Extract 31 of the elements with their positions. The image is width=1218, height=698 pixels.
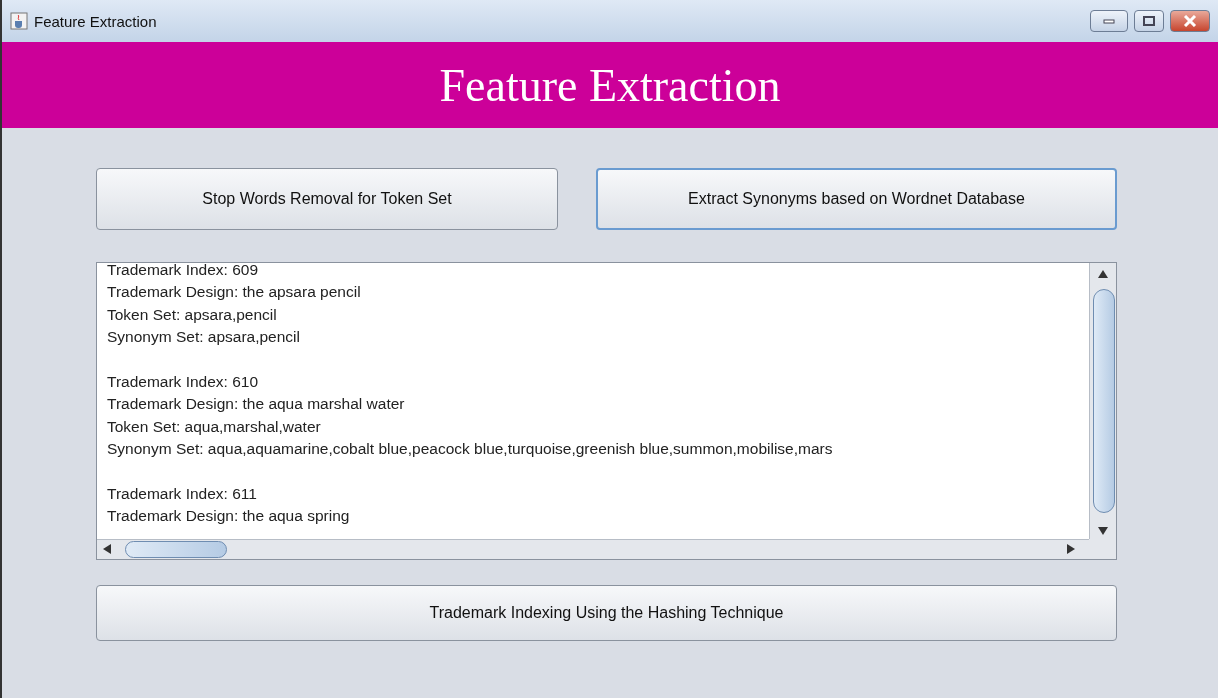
maximize-icon <box>1143 16 1155 26</box>
scrollbar-thumb[interactable] <box>125 541 227 558</box>
output-line: Synonym Set: apsara,pencil <box>107 327 301 348</box>
output-line: Token Set: aqua,marshal,water <box>107 416 322 437</box>
action-button[interactable]: Stop Words Removal for Token Set <box>96 168 558 230</box>
action-button[interactable]: Extract Synonyms based on Wordnet Database <box>596 168 1117 230</box>
output-line: Synonym Set: aqua,aquamarine,cobalt blue,peacock blue,turquoise,greenish blue,summon,mobilise,mars <box>107 439 834 460</box>
scrollbar-thumb[interactable] <box>1093 289 1115 513</box>
right-arrow-icon[interactable] <box>1067 544 1075 554</box>
output-line: Trademark Design: the aqua spring <box>107 506 351 527</box>
output-line: Trademark Design: the aqua marshal water <box>107 394 406 415</box>
down-arrow-icon[interactable] <box>1098 527 1108 535</box>
maximize-button[interactable] <box>1134 10 1164 32</box>
output-line: Token Set: apsara,pencil <box>107 304 278 325</box>
output-text-area[interactable] <box>96 262 1117 560</box>
close-button[interactable] <box>1170 10 1210 32</box>
close-icon <box>1183 15 1197 27</box>
output-line: Trademark Index: 609 <box>107 260 260 280</box>
minimize-icon <box>1103 18 1115 24</box>
up-arrow-icon[interactable] <box>1098 270 1108 278</box>
action-button[interactable]: Trademark Indexing Using the Hashing Technique <box>96 585 1117 641</box>
java-cup-icon <box>10 12 28 30</box>
output-line: Trademark Index: 611 <box>107 484 258 505</box>
minimize-button[interactable] <box>1090 10 1128 32</box>
window-title: Feature Extraction <box>34 12 158 30</box>
output-line: Trademark Design: the apsara pencil <box>107 282 362 303</box>
vertical-scrollbar[interactable] <box>1089 263 1116 539</box>
output-line: Trademark Index: 610 <box>107 372 260 392</box>
left-arrow-icon[interactable] <box>103 544 111 554</box>
header-title: Feature Extraction <box>439 58 781 112</box>
horizontal-scrollbar[interactable] <box>97 539 1089 559</box>
